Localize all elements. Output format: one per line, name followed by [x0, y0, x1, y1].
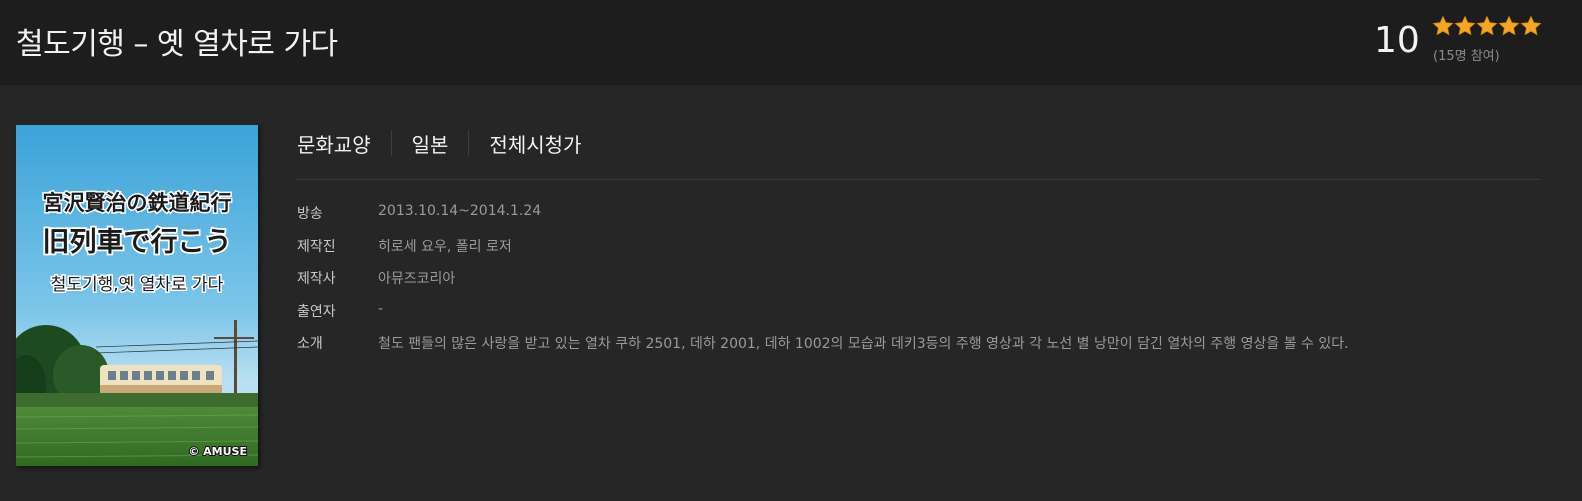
rating-participants: (15명 참여): [1433, 49, 1500, 64]
info-value: 아뮤즈코리아: [378, 271, 456, 287]
rating-score: 10: [1374, 20, 1420, 61]
info-row-description: 소개 철도 팬들의 많은 사랑을 받고 있는 열차 쿠하 2501, 데하 20…: [297, 333, 1349, 366]
poster-title-line2: 旧列車で行こう: [43, 226, 232, 258]
rating-stars: [1432, 14, 1542, 40]
tag-separator: [468, 130, 470, 156]
info-row-producer: 제작사 아뮤즈코리아: [297, 268, 1349, 301]
star-icon: [1454, 15, 1476, 36]
star-icon: [1432, 15, 1454, 36]
info-row-broadcast: 방송 2013.10.14~2014.1.24: [297, 203, 1349, 236]
info-row-cast: 출연자 -: [297, 301, 1349, 334]
info-value: 2013.10.14~2014.1.24: [378, 203, 542, 219]
info-label: 제작사: [297, 271, 336, 287]
star-icon: [1498, 15, 1520, 36]
tag-separator: [390, 130, 392, 156]
info-label: 소개: [297, 336, 323, 352]
section-divider: [297, 179, 1541, 180]
info-value: 히로세 요우, 폴리 로저: [378, 238, 512, 255]
title-header: 철도기행 – 옛 열차로 가다 10 (15명 참여): [0, 0, 1582, 85]
poster-image: 宮沢賢治の鉄道紀行 旧列車で行こう 철도기행,옛 열차로 가다 © AMUSE: [16, 125, 258, 466]
poster-title-line1: 宮沢賢治の鉄道紀行: [43, 190, 232, 215]
info-table: 방송 2013.10.14~2014.1.24 제작진 히로세 요우, 폴리 로…: [297, 203, 1349, 366]
star-icon: [1476, 15, 1498, 36]
page-title: 철도기행 – 옛 열차로 가다: [16, 27, 338, 62]
info-label: 방송: [297, 206, 323, 222]
tag-genre: 문화교양: [297, 132, 371, 157]
info-value: 철도 팬들의 많은 사랑을 받고 있는 열차 쿠하 2501, 데하 2001,…: [378, 336, 1349, 352]
info-row-staff: 제작진 히로세 요우, 폴리 로저: [297, 236, 1349, 269]
tag-country: 일본: [411, 132, 449, 157]
info-value: -: [378, 300, 384, 317]
info-label: 제작진: [297, 238, 336, 255]
poster-subtitle: 철도기행,옛 열차로 가다: [51, 275, 224, 295]
genre-tags: 문화교양 일본 전체시청가: [297, 128, 581, 158]
info-label: 출연자: [297, 303, 336, 320]
tag-rating: 전체시청가: [489, 132, 582, 157]
star-icon: [1520, 15, 1542, 36]
poster-credit: © AMUSE: [188, 445, 247, 458]
